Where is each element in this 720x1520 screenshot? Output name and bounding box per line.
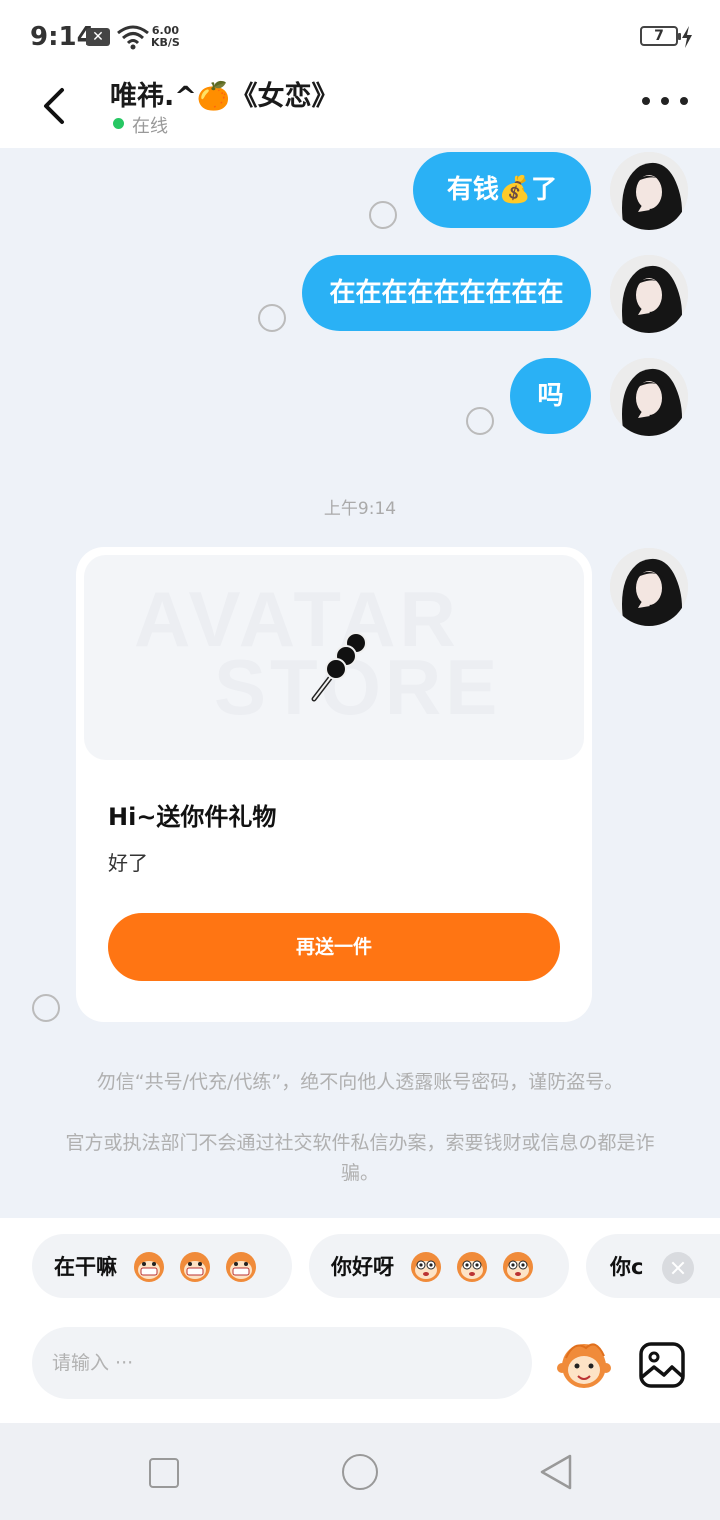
wifi-icon: [117, 25, 149, 50]
avatar[interactable]: [610, 358, 688, 436]
quick-reply-chip[interactable]: 在干嘛: [32, 1234, 292, 1298]
avatar-portrait-icon: [610, 255, 688, 333]
fraud-warning: 官方或执法部门不会通过社交软件私信办案，索要钱财或信息の都是诈骗。: [65, 1132, 655, 1184]
chat-header: 唯祎.^🍊《女恋》 在线: [0, 72, 720, 148]
avatar[interactable]: [610, 255, 688, 333]
net-speed-unit: KB/S: [151, 36, 180, 49]
status-time: 9:14: [30, 22, 95, 52]
unread-indicator: [258, 304, 286, 332]
emoji-button[interactable]: [554, 1336, 614, 1392]
back-button[interactable]: [30, 78, 80, 134]
quick-reply-chip[interactable]: 你c: [586, 1234, 720, 1298]
unread-indicator: [32, 994, 60, 1022]
chat-title: 唯祎.^🍊《女恋》: [110, 81, 339, 112]
charging-icon: [682, 26, 692, 48]
avatar[interactable]: [610, 152, 688, 230]
unread-indicator: [369, 201, 397, 229]
avatar-portrait-icon: [610, 152, 688, 230]
quick-reply-label: 你好呀: [331, 1255, 394, 1279]
online-status-dot: [113, 118, 124, 129]
net-speed: 6.00 KB/S: [151, 25, 180, 49]
message-timestamp: 上午9:14: [323, 499, 397, 519]
more-options-button[interactable]: [636, 88, 694, 114]
dot-icon: [661, 97, 669, 105]
avatar-portrait-icon: [610, 548, 688, 626]
composer-area: 在干嘛 你好呀 你c: [0, 1218, 720, 1423]
skewer-icon: [311, 632, 367, 702]
monkey-emoji-icon: [411, 1252, 441, 1282]
monkey-emoji-icon: [180, 1252, 210, 1282]
system-back-button[interactable]: [538, 1453, 574, 1491]
monkey-emoji-icon: [226, 1252, 256, 1282]
quick-reply-label: 在干嘛: [54, 1255, 117, 1279]
unread-indicator: [466, 407, 494, 435]
online-status-text: 在线: [132, 116, 168, 137]
monkey-emoji-icon: [134, 1252, 164, 1282]
status-bar: 9:14 ✕ 6.00 KB/S 7: [0, 0, 720, 72]
message-bubble[interactable]: 在在在在在在在在在: [302, 255, 591, 331]
avatar[interactable]: [610, 548, 688, 626]
gift-card[interactable]: AVATAR STORE Hi~送你件礼物 好了 再送一件: [76, 547, 592, 1022]
quick-reply-chip[interactable]: 你好呀: [309, 1234, 569, 1298]
image-picker-button[interactable]: [636, 1339, 688, 1391]
monkey-emoji-icon: [457, 1252, 487, 1282]
message-bubble[interactable]: 吗: [510, 358, 591, 434]
notification-icon: ✕: [86, 28, 110, 46]
system-nav-bar: [0, 1423, 720, 1520]
send-again-button[interactable]: 再送一件: [108, 913, 560, 981]
message-input[interactable]: [32, 1327, 532, 1399]
message-bubble[interactable]: 有钱💰了: [413, 152, 591, 228]
home-button[interactable]: [342, 1454, 378, 1490]
monkey-emoji-icon: [503, 1252, 533, 1282]
gift-subtitle: 好了: [108, 851, 148, 875]
close-quick-replies-button[interactable]: [662, 1252, 694, 1284]
dot-icon: [680, 97, 688, 105]
dot-icon: [642, 97, 650, 105]
quick-reply-label: 你c: [610, 1255, 644, 1279]
security-warning: 勿信“共号/代充/代练”，绝不向他人透露账号密码，谨防盗号。: [96, 1071, 624, 1093]
gift-title: Hi~送你件礼物: [108, 803, 277, 831]
avatar-portrait-icon: [610, 358, 688, 436]
gift-image: AVATAR STORE: [84, 555, 584, 760]
recent-apps-button[interactable]: [149, 1458, 179, 1488]
battery-icon: 7: [640, 26, 681, 46]
